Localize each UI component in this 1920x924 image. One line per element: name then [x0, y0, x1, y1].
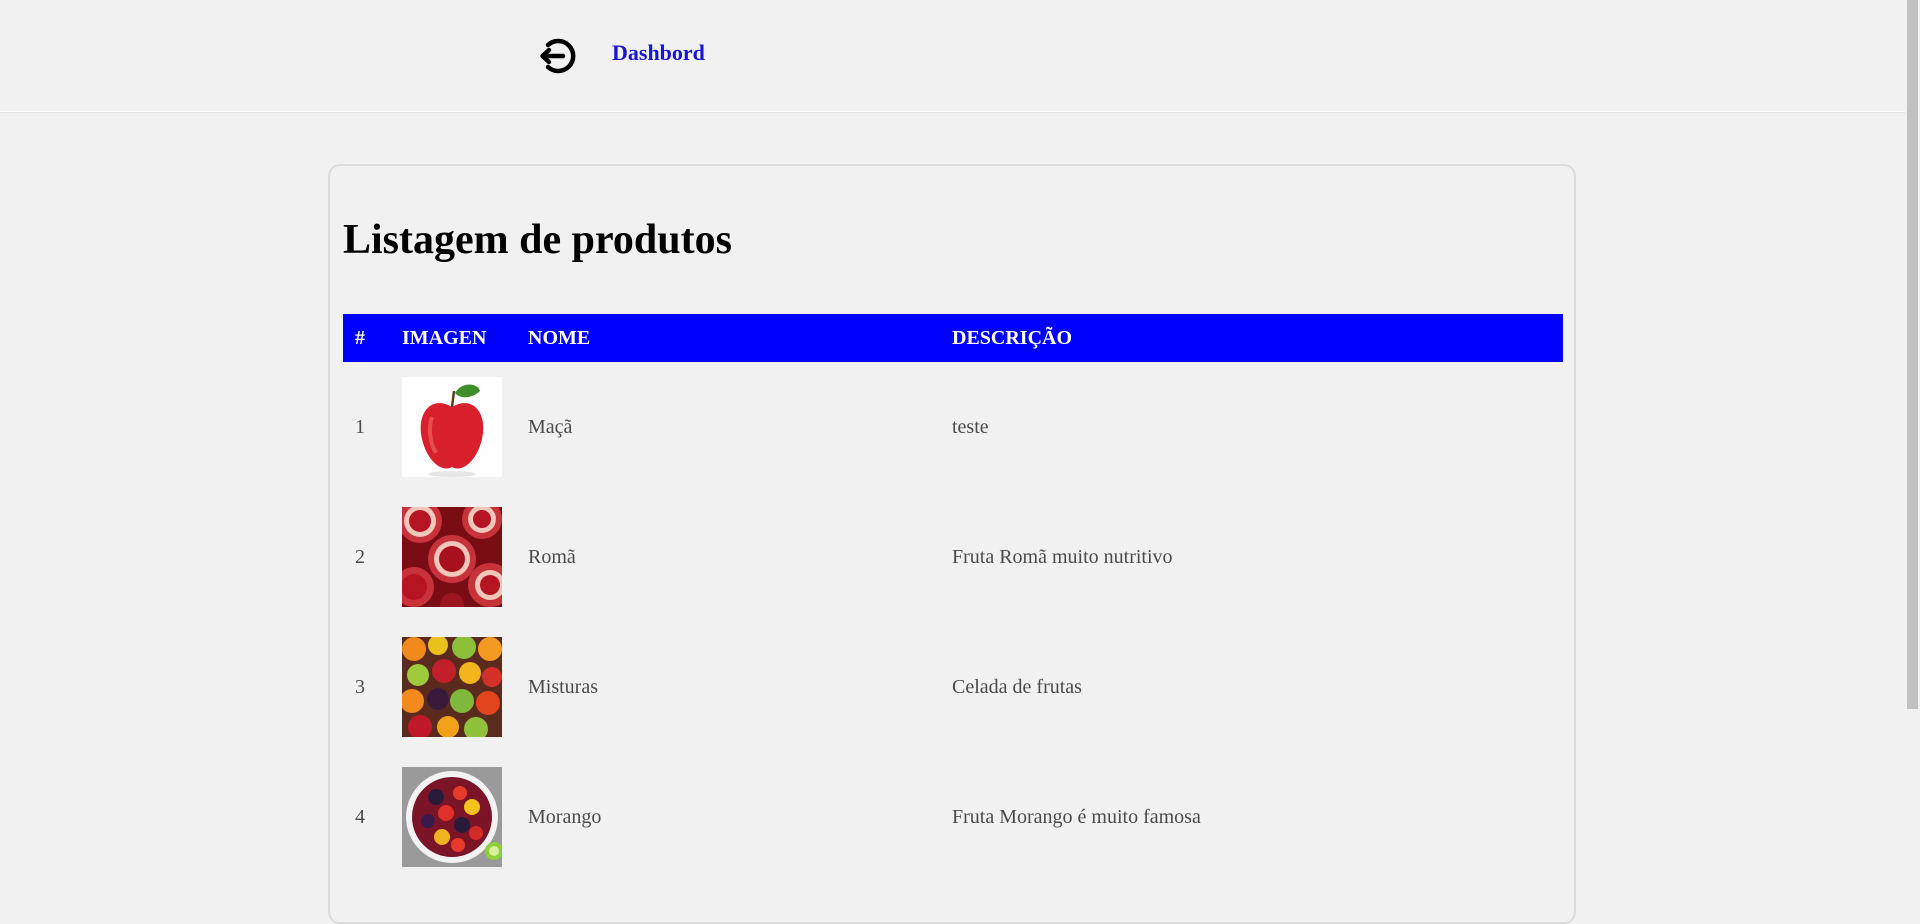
column-header-number: #: [355, 326, 365, 349]
vertical-scrollbar[interactable]: [1905, 0, 1920, 889]
top-navbar: Dashbord: [0, 0, 1905, 112]
table-header-row: # IMAGEN NOME DESCRIÇÃO: [343, 314, 1563, 362]
table-row: 3 Misturas Celada de frutas: [343, 622, 1563, 752]
mixed-fruits-image: [402, 637, 502, 737]
row-name: Romã: [528, 545, 576, 568]
column-header-description: DESCRIÇÃO: [952, 326, 1073, 349]
products-table: # IMAGEN NOME DESCRIÇÃO 1 Maçã teste 2 R…: [343, 314, 1563, 882]
row-number: 1: [355, 415, 365, 438]
row-description: teste: [952, 415, 989, 438]
table-row: 2 Romã Fruta Romã muito nutritivo: [343, 492, 1563, 622]
pomegranate-image: [402, 507, 502, 607]
dashboard-link[interactable]: Dashbord: [612, 40, 705, 66]
apple-image: [402, 377, 502, 477]
row-number: 4: [355, 805, 365, 828]
row-number: 3: [355, 675, 365, 698]
row-description: Celada de frutas: [952, 675, 1082, 698]
products-card: Listagem de produtos # IMAGEN NOME DESCR…: [328, 164, 1576, 924]
row-description: Fruta Romã muito nutritivo: [952, 545, 1173, 568]
berry-bowl-image: [402, 767, 502, 867]
row-number: 2: [355, 545, 365, 568]
column-header-image: IMAGEN: [402, 326, 487, 349]
column-header-name: NOME: [528, 326, 591, 349]
row-name: Morango: [528, 805, 602, 828]
row-description: Fruta Morango é muito famosa: [952, 805, 1201, 828]
table-row: 1 Maçã teste: [343, 362, 1563, 492]
table-row: 4 Morango Fruta Morango é muito famosa: [343, 752, 1563, 882]
logout-icon[interactable]: [536, 36, 576, 76]
scrollbar-thumb[interactable]: [1907, 0, 1918, 709]
row-name: Misturas: [528, 675, 598, 698]
page-title: Listagem de produtos: [343, 217, 732, 263]
row-name: Maçã: [528, 415, 573, 438]
